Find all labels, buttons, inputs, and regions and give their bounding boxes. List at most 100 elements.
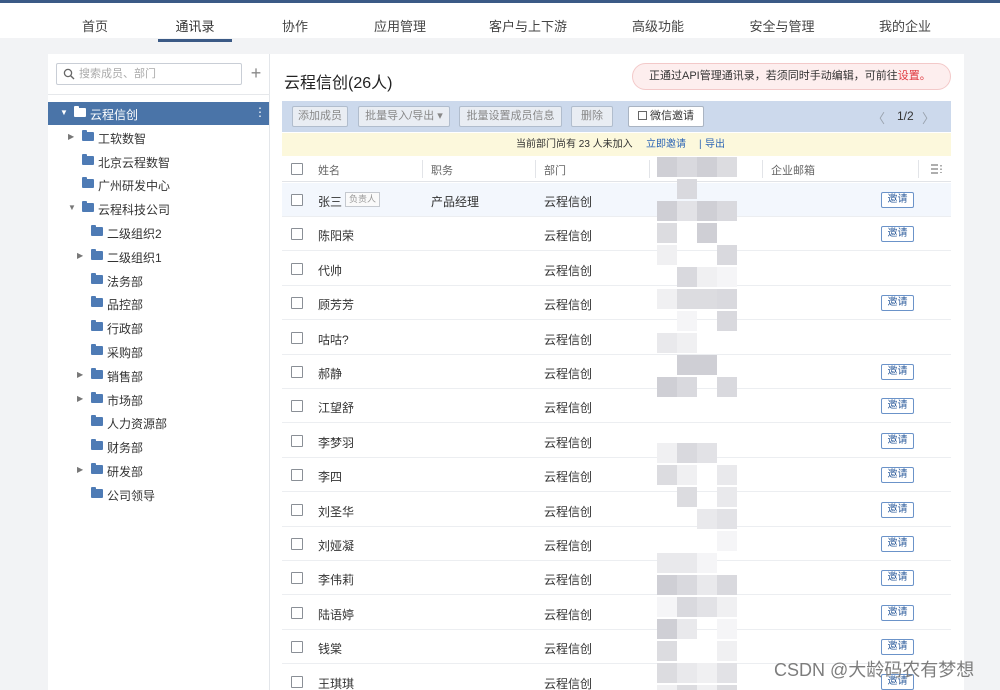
invite-button[interactable]: 邀请: [881, 536, 914, 552]
row-checkbox[interactable]: [291, 503, 303, 516]
delete-button[interactable]: 删除: [571, 106, 613, 127]
invite-button[interactable]: 邀请: [881, 192, 914, 208]
invite-button[interactable]: 邀请: [881, 364, 914, 380]
nav-app-management[interactable]: 应用管理: [374, 16, 426, 35]
member-name[interactable]: 李四: [318, 468, 342, 485]
member-name[interactable]: 咕咕?: [318, 331, 349, 348]
nav-advanced-features[interactable]: 高级功能: [632, 16, 684, 35]
member-name[interactable]: 张三: [318, 193, 342, 210]
search-input[interactable]: [79, 66, 239, 82]
invite-button[interactable]: 邀请: [881, 604, 914, 621]
next-page-icon[interactable]: 〉: [922, 108, 935, 127]
member-name[interactable]: 陈阳荣: [318, 227, 354, 244]
tree-node[interactable]: 公司领导: [48, 483, 269, 506]
invite-button[interactable]: 邀请: [881, 398, 914, 415]
nav-my-enterprise[interactable]: 我的企业: [879, 16, 931, 35]
member-name[interactable]: 郝静: [318, 365, 342, 382]
tree-node[interactable]: 财务部: [48, 435, 269, 458]
batch-import-export-button[interactable]: 批量导入/导出 ▾: [358, 106, 450, 127]
expand-arrow-icon[interactable]: ▶: [77, 465, 87, 475]
invite-button[interactable]: 邀请: [881, 570, 914, 587]
invite-button[interactable]: 邀请: [881, 467, 914, 484]
row-checkbox[interactable]: [291, 641, 303, 654]
tree-node[interactable]: ▶ 研发部: [48, 459, 269, 482]
nav-collaboration[interactable]: 协作: [282, 16, 308, 35]
member-name[interactable]: 李伟莉: [318, 571, 354, 588]
table-row[interactable]: 郝静 云程信创 邀请: [282, 355, 951, 389]
member-search-box[interactable]: [56, 63, 242, 85]
table-row[interactable]: 李梦羽 云程信创 邀请: [282, 424, 951, 458]
table-row[interactable]: 刘娅凝 云程信创 邀请: [282, 527, 951, 561]
member-name[interactable]: 顾芳芳: [318, 296, 354, 313]
member-name[interactable]: 刘娅凝: [318, 537, 354, 554]
expand-arrow-icon[interactable]: ▶: [77, 394, 87, 404]
nav-contacts[interactable]: 通讯录: [175, 16, 214, 35]
row-checkbox[interactable]: [291, 331, 303, 344]
select-all-checkbox[interactable]: [291, 163, 303, 175]
row-checkbox[interactable]: [291, 469, 303, 482]
invite-button[interactable]: 邀请: [881, 295, 914, 312]
invite-button[interactable]: 邀请: [881, 501, 914, 518]
nav-home[interactable]: 首页: [82, 16, 108, 35]
invite-now-link[interactable]: 立即邀请: [646, 133, 686, 156]
row-checkbox[interactable]: [291, 194, 303, 206]
column-settings-icon[interactable]: [930, 163, 942, 175]
row-checkbox[interactable]: [291, 262, 303, 275]
tree-node[interactable]: 行政部: [48, 316, 269, 339]
tree-node[interactable]: ▶ 销售部: [48, 364, 269, 387]
table-row[interactable]: 咕咕? 云程信创: [282, 321, 951, 355]
nav-security-management[interactable]: 安全与管理: [749, 16, 814, 35]
tree-node[interactable]: 品控部: [48, 292, 269, 315]
add-member-button[interactable]: 添加成员: [292, 106, 348, 127]
collapse-arrow-icon[interactable]: ▼: [68, 203, 78, 213]
row-checkbox[interactable]: [291, 297, 303, 310]
collapse-arrow-icon[interactable]: ▼: [60, 108, 70, 118]
tree-node[interactable]: 二级组织2: [48, 221, 269, 244]
table-row[interactable]: 陈阳荣 云程信创 邀请: [282, 217, 951, 252]
invite-button[interactable]: 邀请: [881, 226, 914, 243]
table-row[interactable]: 李伟莉 云程信创 邀请: [282, 561, 951, 596]
tree-node[interactable]: ▶ 工软数智: [48, 126, 269, 149]
invite-button[interactable]: 邀请: [881, 432, 914, 449]
table-row[interactable]: 江望舒 云程信创 邀请: [282, 389, 951, 424]
row-checkbox[interactable]: [291, 538, 303, 550]
table-row[interactable]: 李四 云程信创 邀请: [282, 458, 951, 493]
more-options-icon[interactable]: ⋮: [254, 105, 266, 119]
nav-customers-partners[interactable]: 客户与上下游: [489, 16, 567, 35]
tree-node[interactable]: 人力资源部: [48, 411, 269, 434]
row-checkbox[interactable]: [291, 606, 303, 619]
table-row[interactable]: 顾芳芳 云程信创 邀请: [282, 286, 951, 321]
tree-node[interactable]: ▶ 二级组织1: [48, 245, 269, 268]
row-checkbox[interactable]: [291, 228, 303, 241]
tree-node[interactable]: ▶ 市场部: [48, 388, 269, 411]
member-name[interactable]: 钱棠: [318, 640, 342, 657]
tree-node[interactable]: 采购部: [48, 340, 269, 363]
row-checkbox[interactable]: [291, 675, 303, 688]
row-checkbox[interactable]: [291, 434, 303, 447]
tree-node[interactable]: ▼ 云程科技公司: [48, 197, 269, 220]
tree-node[interactable]: ▼ 云程信创 ⋮: [48, 102, 269, 125]
tree-node[interactable]: 北京云程数智: [48, 150, 269, 173]
member-name[interactable]: 代帅: [318, 262, 342, 279]
tree-node[interactable]: 广州研发中心: [48, 173, 269, 196]
invite-button[interactable]: 邀请: [881, 639, 914, 656]
member-name[interactable]: 李梦羽: [318, 434, 354, 451]
wechat-invite-button[interactable]: 微信邀请: [628, 106, 704, 127]
table-row[interactable]: 陆语婷 云程信创 邀请: [282, 596, 951, 630]
table-row[interactable]: 代帅 云程信创: [282, 252, 951, 286]
prev-page-icon[interactable]: 〈: [872, 108, 885, 127]
add-department-icon[interactable]: +: [248, 63, 264, 83]
expand-arrow-icon[interactable]: ▶: [77, 251, 87, 261]
member-name[interactable]: 王琪琪: [318, 675, 354, 690]
row-checkbox[interactable]: [291, 572, 303, 585]
expand-arrow-icon[interactable]: ▶: [77, 370, 87, 380]
api-settings-link[interactable]: 设置。: [898, 70, 931, 82]
expand-arrow-icon[interactable]: ▶: [68, 132, 78, 142]
batch-set-member-info-button[interactable]: 批量设置成员信息: [459, 106, 562, 127]
tree-node[interactable]: 法务部: [48, 269, 269, 292]
table-row[interactable]: 张三 负责人 产品经理 云程信创 邀请: [282, 183, 951, 217]
member-name[interactable]: 刘圣华: [318, 503, 354, 520]
member-name[interactable]: 江望舒: [318, 399, 354, 416]
table-row[interactable]: 刘圣华 云程信创 邀请: [282, 493, 951, 527]
export-link[interactable]: 导出: [705, 133, 725, 156]
